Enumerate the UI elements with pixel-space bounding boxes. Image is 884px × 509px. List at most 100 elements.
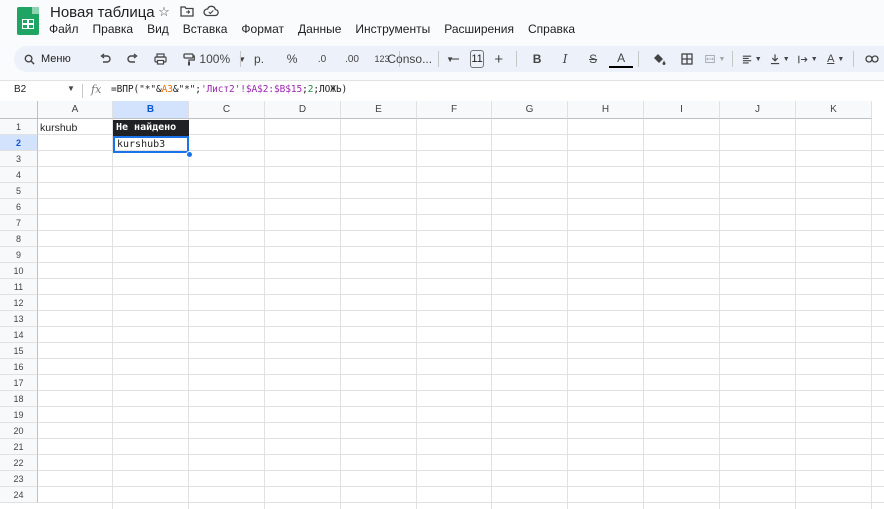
print-icon[interactable]: [149, 48, 173, 70]
menu-item-7[interactable]: Расширения: [437, 21, 521, 37]
row-header-2[interactable]: 2: [0, 135, 38, 151]
document-title[interactable]: Новая таблица: [50, 4, 155, 21]
chevron-down-icon: ▼: [837, 55, 845, 63]
row-header-18[interactable]: 18: [0, 391, 38, 407]
row-header-15[interactable]: 15: [0, 343, 38, 359]
column-header-K[interactable]: K: [796, 101, 872, 119]
horizontal-align-icon[interactable]: ▼: [740, 48, 764, 70]
row-header-1[interactable]: 1: [0, 119, 38, 135]
chevron-down-icon: ▼: [718, 55, 726, 63]
text-wrapping-icon[interactable]: ▼: [796, 48, 820, 70]
merge-cells-icon[interactable]: ▼: [703, 48, 727, 70]
row-header-14[interactable]: 14: [0, 327, 38, 343]
row-header-9[interactable]: 9: [0, 247, 38, 263]
cell-a1[interactable]: kurshub: [38, 120, 113, 136]
menu-item-3[interactable]: Вставка: [176, 21, 235, 37]
row-header-5[interactable]: 5: [0, 183, 38, 199]
column-gridline: [871, 119, 872, 509]
percent-format-button[interactable]: %: [280, 48, 304, 70]
row-header-6[interactable]: 6: [0, 199, 38, 215]
row-header-17[interactable]: 17: [0, 375, 38, 391]
formula-token: &"*";: [172, 84, 201, 95]
font-size-increase-button[interactable]: +: [487, 48, 511, 70]
column-header-I[interactable]: I: [644, 101, 720, 119]
row-header-21[interactable]: 21: [0, 439, 38, 455]
currency-format-button[interactable]: р.: [247, 48, 271, 70]
column-gridline: [491, 119, 492, 509]
fill-color-icon[interactable]: [647, 48, 671, 70]
column-header-B[interactable]: B: [113, 101, 189, 119]
menu-item-8[interactable]: Справка: [521, 21, 582, 37]
fill-handle[interactable]: [186, 151, 193, 158]
column-header-E[interactable]: E: [341, 101, 417, 119]
italic-icon[interactable]: I: [553, 48, 577, 70]
spreadsheet-grid[interactable]: A B C D E F G H I J K 1 2 3 4 5 6 7 8 9 10 11 12 13 14 15 16 17 18 19…: [0, 101, 884, 509]
row-header-4[interactable]: 4: [0, 167, 38, 183]
redo-icon[interactable]: [121, 48, 145, 70]
column-header-H[interactable]: H: [568, 101, 644, 119]
decrease-decimal-label: .0: [317, 53, 327, 65]
text-color-icon[interactable]: A: [609, 51, 634, 68]
column-header-F[interactable]: F: [417, 101, 492, 119]
cell-b1[interactable]: Не найдено: [113, 120, 189, 136]
row-header-20[interactable]: 20: [0, 423, 38, 439]
increase-decimal-button[interactable]: .00: [340, 48, 364, 70]
chevron-down-icon: ▼: [810, 55, 818, 63]
row-header-16[interactable]: 16: [0, 359, 38, 375]
column-gridline: [719, 119, 720, 509]
row-header-7[interactable]: 7: [0, 215, 38, 231]
cell-b2-active[interactable]: kurshub3: [113, 136, 189, 153]
column-header-D[interactable]: D: [265, 101, 341, 119]
zoom-value: 100%: [199, 52, 231, 66]
menu-item-4[interactable]: Формат: [234, 21, 291, 37]
formula-input[interactable]: =ВПР("*"&A3&"*";'Лист2'!$A$2:$B$15;2;ЛОЖ…: [111, 84, 347, 95]
row-header-8[interactable]: 8: [0, 231, 38, 247]
font-size-decrease-button[interactable]: −: [443, 48, 467, 70]
font-select[interactable]: Conso... ▼: [387, 48, 454, 70]
undo-icon[interactable]: [93, 48, 117, 70]
decrease-decimal-button[interactable]: .0: [310, 48, 334, 70]
row-header-11[interactable]: 11: [0, 279, 38, 295]
column-header-C[interactable]: C: [189, 101, 265, 119]
strikethrough-icon[interactable]: S: [581, 48, 605, 70]
row-header-12[interactable]: 12: [0, 295, 38, 311]
insert-link-icon[interactable]: [860, 48, 884, 70]
chevron-down-icon[interactable]: ▼: [67, 84, 75, 93]
menu-item-5[interactable]: Данные: [291, 21, 348, 37]
move-folder-icon[interactable]: [180, 5, 194, 19]
row-header-19[interactable]: 19: [0, 407, 38, 423]
column-header-A[interactable]: A: [38, 101, 113, 119]
row-header-10[interactable]: 10: [0, 263, 38, 279]
borders-icon[interactable]: [675, 48, 699, 70]
menu-item-6[interactable]: Инструменты: [348, 21, 437, 37]
cloud-status-icon[interactable]: [203, 5, 219, 19]
menu-item-0[interactable]: Файл: [42, 21, 86, 37]
row-header-24[interactable]: 24: [0, 487, 38, 503]
column-header-J[interactable]: J: [720, 101, 796, 119]
row-header-13[interactable]: 13: [0, 311, 38, 327]
row-header-23[interactable]: 23: [0, 471, 38, 487]
menu-item-2[interactable]: Вид: [140, 21, 176, 37]
vertical-align-icon[interactable]: ▼: [768, 48, 792, 70]
bold-icon[interactable]: B: [525, 48, 549, 70]
column-gridline: [188, 119, 189, 509]
formula-token: A3: [161, 84, 173, 95]
menu-search-button[interactable]: Меню: [14, 53, 81, 65]
menu-item-1[interactable]: Правка: [86, 21, 141, 37]
paint-format-icon[interactable]: [177, 48, 201, 70]
column-gridline: [112, 119, 113, 509]
star-icon[interactable]: ☆: [157, 5, 171, 19]
select-all-corner[interactable]: [0, 101, 38, 119]
name-box[interactable]: B2: [14, 84, 26, 95]
text-rotation-icon[interactable]: A ▼: [824, 48, 848, 70]
chevron-down-icon: ▼: [782, 55, 790, 63]
menu-search-label: Меню: [41, 53, 71, 65]
font-size-input[interactable]: 11: [470, 50, 484, 68]
row-header-3[interactable]: 3: [0, 151, 38, 167]
zoom-select[interactable]: 100% ▼: [199, 48, 246, 70]
row-header-22[interactable]: 22: [0, 455, 38, 471]
formula-bar: B2 ▼ fx =ВПР("*"&A3&"*";'Лист2'!$A$2:$B$…: [0, 80, 884, 102]
column-header-G[interactable]: G: [492, 101, 568, 119]
formula-bar-divider: [82, 84, 83, 98]
sheets-logo-icon[interactable]: [17, 7, 39, 35]
